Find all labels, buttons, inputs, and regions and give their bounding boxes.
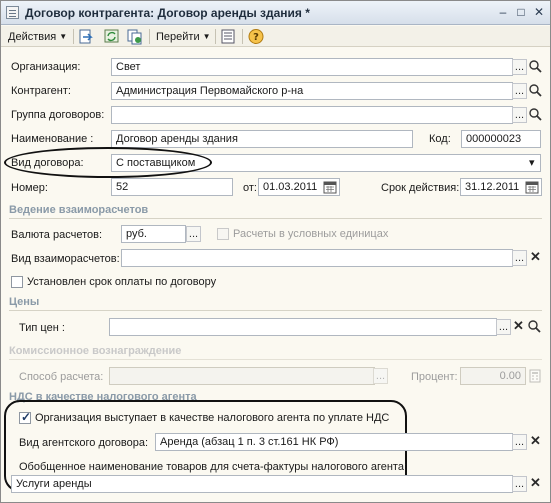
magnifier-icon[interactable]: [528, 107, 543, 122]
percent-label: Процент:: [411, 371, 458, 383]
clear-icon[interactable]: ✕: [528, 250, 543, 266]
agent-contract-type-select-button[interactable]: ...: [512, 434, 527, 450]
settlements-section-title: Ведение взаиморасчетов: [9, 204, 149, 216]
counterparty-select-button[interactable]: ...: [512, 83, 527, 99]
calendar-icon[interactable]: [323, 180, 337, 194]
copy-icon[interactable]: [125, 28, 143, 45]
clear-icon[interactable]: ✕: [511, 319, 526, 335]
contract-window: Договор контрагента: Договор аренды здан…: [0, 0, 551, 503]
toolbar: Действия ▼ Перейти ▼ ?: [1, 26, 550, 47]
settlement-type-label: Вид взаиморасчетов:: [11, 253, 120, 265]
calc-method-select-button[interactable]: ...: [373, 368, 388, 384]
agent-contract-type-label: Вид агентского договора:: [19, 437, 149, 449]
conventional-units-label: Расчеты в условных единицах: [233, 228, 389, 240]
close-button[interactable]: ✕: [531, 5, 547, 20]
chevron-down-icon: ▼: [59, 32, 68, 41]
actions-menu[interactable]: Действия ▼: [5, 28, 70, 45]
contract-type-select[interactable]: С поставщиком: [111, 154, 541, 172]
contract-group-label: Группа договоров:: [11, 109, 105, 121]
toolbar-separator: [242, 29, 243, 44]
currency-field[interactable]: руб.: [121, 225, 186, 243]
calendar-icon[interactable]: [525, 180, 539, 194]
number-label: Номер:: [11, 182, 48, 194]
price-type-label: Тип цен :: [19, 322, 65, 334]
contract-group-select-button[interactable]: ...: [512, 107, 527, 123]
payment-term-label: Установлен срок оплаты по договору: [27, 276, 217, 288]
date-from-label: от:: [243, 182, 257, 194]
magnifier-icon[interactable]: [528, 83, 543, 98]
window-title: Договор контрагента: Договор аренды здан…: [25, 6, 310, 20]
chevron-down-icon: ▼: [202, 32, 211, 41]
name-field[interactable]: Договор аренды здания: [111, 130, 413, 148]
settlement-type-field[interactable]: [121, 249, 513, 267]
price-type-field[interactable]: [109, 318, 497, 336]
contract-type-label: Вид договора:: [11, 157, 84, 169]
magnifier-icon[interactable]: [527, 319, 542, 334]
toolbar-separator: [215, 29, 216, 44]
number-field[interactable]: 52: [111, 178, 233, 196]
maximize-button[interactable]: □: [513, 5, 529, 20]
organization-field[interactable]: Свет: [111, 58, 513, 76]
settlement-type-select-button[interactable]: ...: [512, 250, 527, 266]
vat-agent-section-title: НДС в качестве налогового агента: [9, 391, 197, 403]
help-icon[interactable]: ?: [247, 28, 265, 45]
currency-label: Валюта расчетов:: [11, 229, 102, 241]
clear-icon[interactable]: ✕: [528, 434, 543, 450]
calc-method-field[interactable]: [109, 367, 375, 385]
agent-contract-type-field[interactable]: Аренда (абзац 1 п. 3 ст.161 НК РФ): [155, 433, 513, 451]
refresh-icon[interactable]: [103, 28, 121, 45]
minimize-button[interactable]: –: [495, 5, 511, 20]
contract-group-field[interactable]: [111, 106, 513, 124]
toolbar-separator: [73, 29, 74, 44]
organization-select-button[interactable]: ...: [512, 59, 527, 75]
save-close-icon[interactable]: [77, 28, 95, 45]
currency-select-button[interactable]: ...: [186, 226, 201, 242]
counterparty-field[interactable]: Администрация Первомайского р-на: [111, 82, 513, 100]
toolbar-separator: [149, 29, 150, 44]
form-icon: [6, 6, 19, 19]
goto-menu[interactable]: Перейти ▼: [153, 28, 214, 45]
goods-name-select-button[interactable]: ...: [512, 476, 527, 492]
clear-icon[interactable]: ✕: [528, 476, 543, 492]
list-icon[interactable]: [219, 28, 237, 45]
payment-term-checkbox[interactable]: [11, 276, 23, 288]
calc-method-label: Способ расчета:: [19, 371, 104, 383]
section-divider: [9, 359, 542, 360]
conventional-units-checkbox[interactable]: [217, 228, 229, 240]
vat-agent-label: Организация выступает в качестве налогов…: [35, 412, 390, 424]
code-field[interactable]: 000000023: [461, 130, 541, 148]
actions-label: Действия: [8, 31, 57, 43]
goto-label: Перейти: [156, 31, 200, 43]
commission-section-title: Комиссионное вознаграждение: [9, 345, 182, 357]
goods-name-field[interactable]: Услуги аренды: [11, 475, 513, 493]
organization-label: Организация:: [11, 61, 81, 73]
valid-until-label: Срок действия:: [381, 182, 460, 194]
calculator-icon[interactable]: [528, 369, 542, 383]
price-type-select-button[interactable]: ...: [496, 319, 511, 335]
goods-name-label: Обобщенное наименование товаров для счет…: [19, 461, 408, 473]
percent-field[interactable]: 0.00: [460, 367, 526, 385]
magnifier-icon[interactable]: [528, 59, 543, 74]
counterparty-label: Контрагент:: [11, 85, 71, 97]
name-label: Наименование :: [11, 133, 94, 145]
chevron-down-icon[interactable]: ▾: [529, 156, 535, 169]
code-label: Код:: [429, 133, 451, 145]
section-divider: [9, 310, 542, 311]
prices-section-title: Цены: [9, 296, 40, 308]
svg-text:?: ?: [253, 32, 259, 43]
title-bar[interactable]: Договор контрагента: Договор аренды здан…: [1, 1, 550, 25]
contract-type-value: С поставщиком: [116, 157, 196, 169]
vat-agent-checkbox[interactable]: [19, 410, 31, 424]
section-divider: [9, 218, 542, 219]
